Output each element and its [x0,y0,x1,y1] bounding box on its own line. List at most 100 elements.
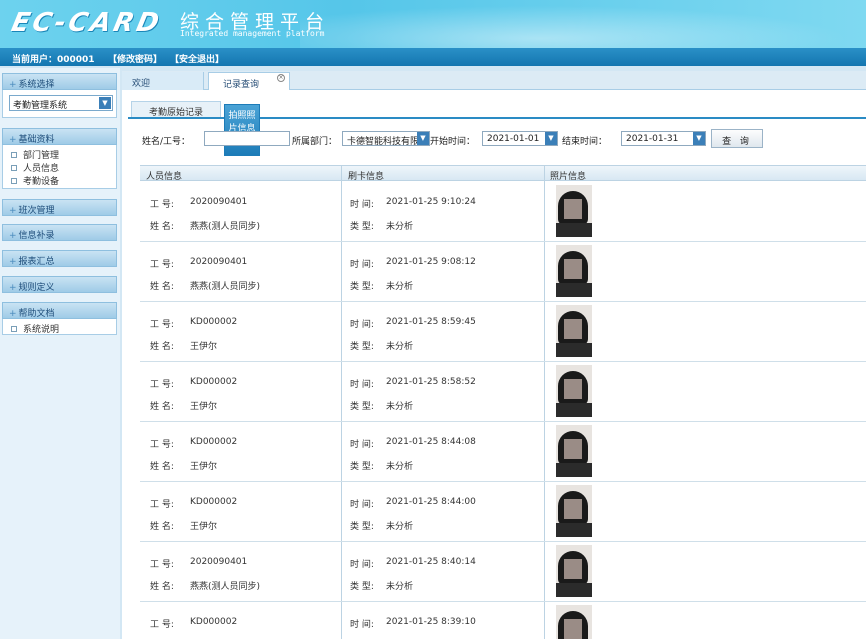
swipe-type-value: 未分析 [386,462,414,472]
sidebar-section-rules[interactable]: + 规则定义 [2,276,117,293]
employee-id-label: 工 号: [150,560,174,570]
expand-icon: + [9,135,17,145]
employee-id-value: 2020090401 [190,557,248,567]
employee-name-label: 姓 名: [150,342,174,352]
attendance-photo[interactable] [556,545,592,597]
sidebar-item-system-doc[interactable]: 系统说明 [11,322,59,335]
start-time-label: 开始时间： [430,137,476,147]
swipe-time-label: 时 间: [350,560,374,570]
start-date-input[interactable]: 2021-01-01 ▼ [482,131,558,146]
app-subtitle: Integrated management platform [180,29,325,38]
employee-id-label: 工 号: [150,440,174,450]
swipe-time-label: 时 间: [350,200,374,210]
expand-icon: + [9,80,17,90]
employee-id-value: KD000002 [190,377,238,387]
chevron-down-icon[interactable]: ▼ [99,97,111,109]
attendance-photo[interactable] [556,305,592,357]
table-row: 工 号: KD000002 时 间: 2021-01-25 8:39:10 [140,602,866,639]
table-row: 工 号: 2020090401 姓 名: 燕燕(测人员同步) 时 间: 2021-01-2… [140,242,866,302]
photo-face [564,319,582,339]
swipe-time-value: 2021-01-25 9:10:24 [386,197,476,207]
logout-link[interactable]: 【安全退出】 [170,52,224,65]
swipe-time-value: 2021-01-25 8:44:00 [386,497,476,507]
swipe-time-value: 2021-01-25 8:44:08 [386,437,476,447]
table-row: 工 号: KD000002 姓 名: 王伊尔 时 间: 2021-01-25 8:44:0… [140,422,866,482]
app-logo: EC-CARD [8,8,165,38]
end-time-label: 结束时间： [562,137,608,147]
sidebar-section-help[interactable]: + 帮助文档 [2,302,117,319]
chevron-down-icon[interactable]: ▼ [693,132,705,145]
square-bullet-icon [11,326,17,332]
swipe-type-label: 类 型: [350,342,374,352]
square-bullet-icon [11,165,17,171]
table-row: 工 号: KD000002 姓 名: 王伊尔 时 间: 2021-01-25 8:58:5… [140,362,866,422]
employee-id-label: 工 号: [150,200,174,210]
photo-body [556,583,592,597]
swipe-type-label: 类 型: [350,282,374,292]
employee-name-label: 姓 名: [150,222,174,232]
sidebar-header-system-select[interactable]: + 系统选择 [2,73,117,90]
chevron-down-icon[interactable]: ▼ [545,132,557,145]
swipe-type-label: 类 型: [350,462,374,472]
filter-bar: 姓名/工号： 所属部门： 卡德智能科技有限 ▼ 开始时间： 2021-01-01… [128,123,866,155]
attendance-photo[interactable] [556,185,592,237]
sidebar-section-supplement[interactable]: + 信息补录 [2,224,117,241]
attendance-photo[interactable] [556,605,592,639]
employee-id-value: KD000002 [190,437,238,447]
table-header: 人员信息 刷卡信息 照片信息 [140,166,866,182]
tab-bar: 欢迎 记录查询 × [122,71,866,90]
system-select-box: 考勤管理系统 ▼ [2,90,117,118]
employee-id-value: KD000002 [190,497,238,507]
close-icon[interactable]: × [277,74,285,82]
swipe-time-label: 时 间: [350,380,374,390]
photo-face [564,379,582,399]
search-button[interactable]: 查 询 [711,129,763,148]
tab-records[interactable]: 记录查询 × [208,72,290,90]
sidebar-item-department[interactable]: 部门管理 [11,148,59,161]
expand-icon: + [9,283,17,293]
user-bar: 当前用户：000001 【修改密码】 【安全退出】 [0,48,866,66]
swipe-type-value: 未分析 [386,522,414,532]
swipe-time-value: 2021-01-25 8:39:10 [386,617,476,627]
name-id-input[interactable] [204,131,290,146]
photo-face [564,619,582,639]
tab-welcome[interactable]: 欢迎 [122,72,204,90]
sidebar-item-personnel[interactable]: 人员信息 [11,161,59,174]
header-decoration [300,0,866,48]
photo-body [556,223,592,237]
photo-body [556,403,592,417]
attendance-photo[interactable] [556,245,592,297]
employee-id-value: KD000002 [190,617,238,627]
app-header: EC-CARD 综合管理平台 Integrated management pla… [0,0,866,48]
attendance-photo[interactable] [556,365,592,417]
sidebar-section-help-items: 系统说明 [2,319,117,335]
swipe-type-value: 未分析 [386,582,414,592]
column-header-card: 刷卡信息 [348,172,385,182]
sidebar: + 系统选择 考勤管理系统 ▼ + 基础资料 部门管理 人员信息 考勤设备 + 班次管… [0,68,120,639]
swipe-time-label: 时 间: [350,500,374,510]
sidebar-item-device[interactable]: 考勤设备 [11,174,59,187]
end-date-input[interactable]: 2021-01-31 ▼ [621,131,706,146]
square-bullet-icon [11,152,17,158]
department-select[interactable]: 卡德智能科技有限 ▼ [342,131,430,146]
attendance-photo[interactable] [556,425,592,477]
employee-name-label: 姓 名: [150,582,174,592]
chevron-down-icon[interactable]: ▼ [417,132,429,145]
table-row: 工 号: KD000002 姓 名: 王伊尔 时 间: 2021-01-25 8:59:4… [140,302,866,362]
subtab-raw-records[interactable]: 考勤原始记录 [131,101,221,118]
attendance-photo[interactable] [556,485,592,537]
photo-face [564,259,582,279]
employee-id-label: 工 号: [150,260,174,270]
sidebar-section-basic[interactable]: + 基础资料 [2,128,117,145]
swipe-type-value: 未分析 [386,222,414,232]
swipe-time-value: 2021-01-25 9:08:12 [386,257,476,267]
photo-face [564,499,582,519]
photo-body [556,343,592,357]
system-select[interactable]: 考勤管理系统 ▼ [9,95,113,111]
change-password-link[interactable]: 【修改密码】 [108,52,162,65]
swipe-type-label: 类 型: [350,582,374,592]
sidebar-section-reports[interactable]: + 报表汇总 [2,250,117,267]
current-user-label: 当前用户：000001 [12,55,95,65]
sidebar-section-shift[interactable]: + 班次管理 [2,199,117,216]
photo-face [564,199,582,219]
